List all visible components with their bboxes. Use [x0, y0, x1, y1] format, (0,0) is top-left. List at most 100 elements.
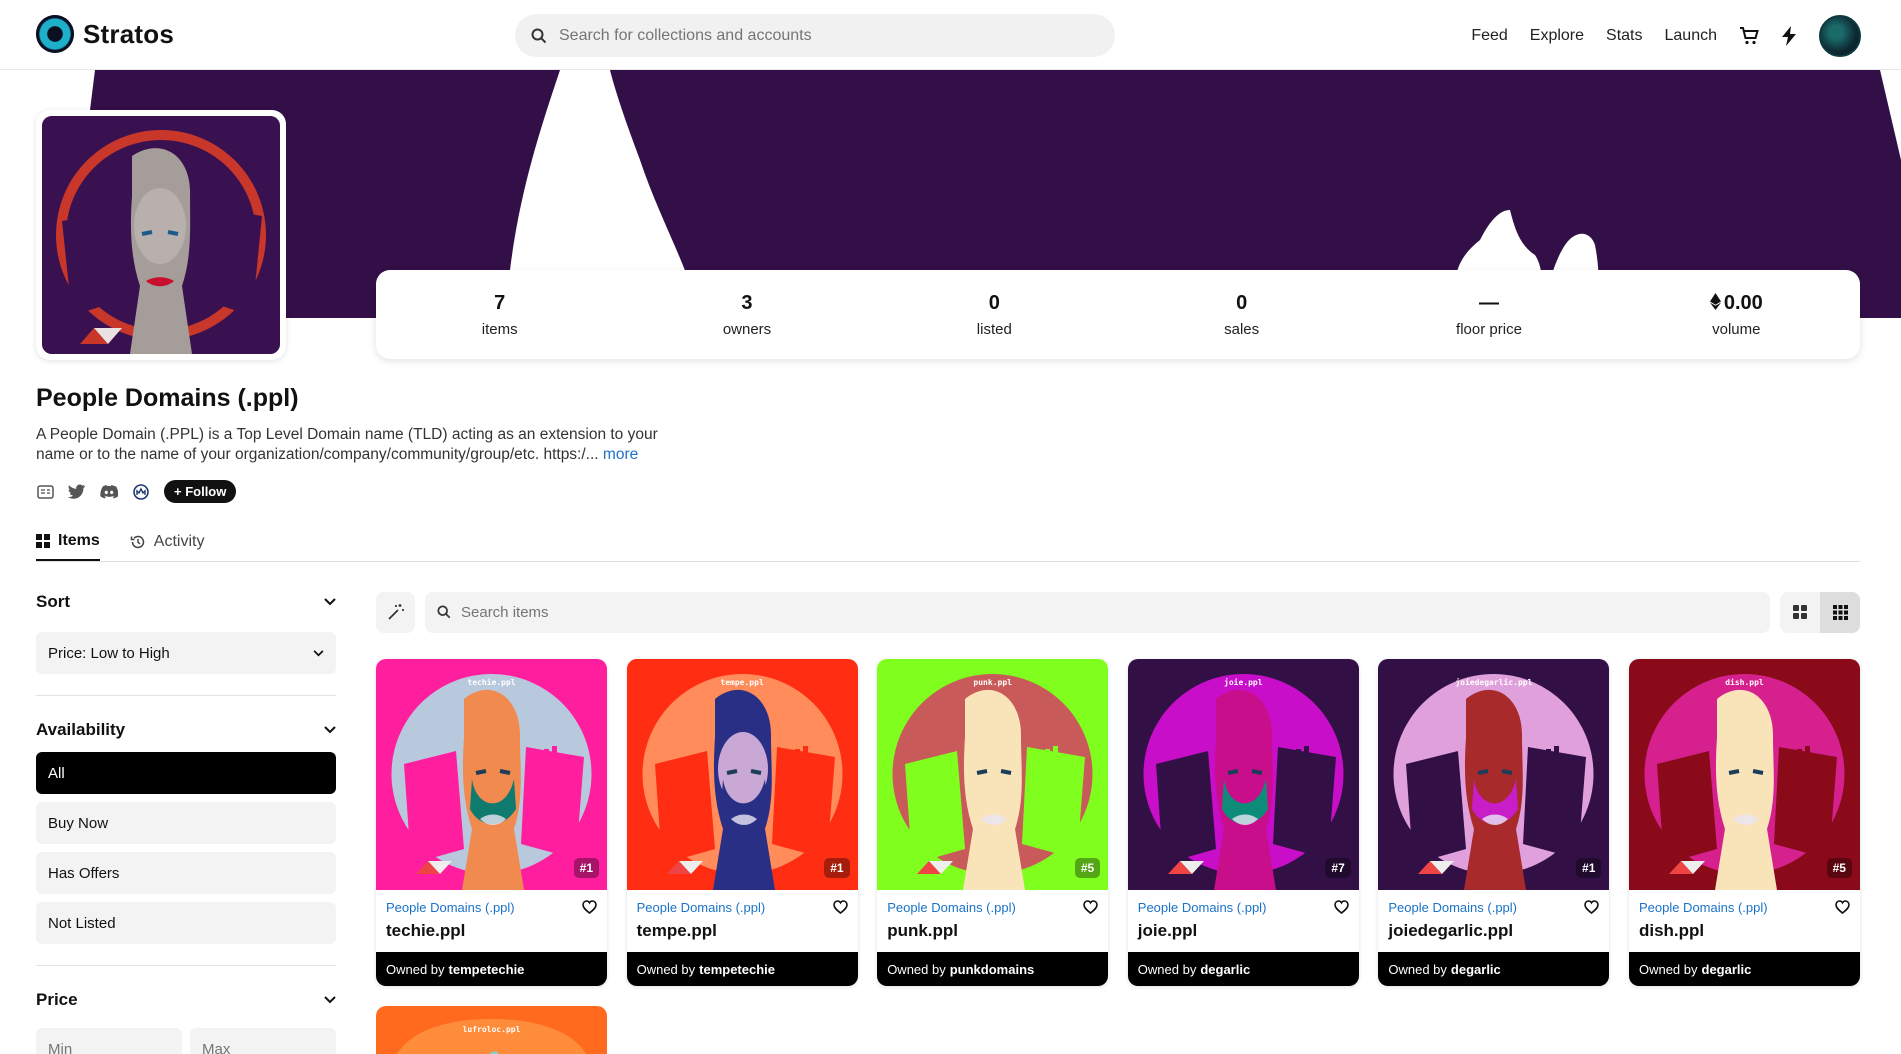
heart-icon[interactable] [582, 900, 597, 914]
availability-has-offers[interactable]: Has Offers [36, 852, 336, 894]
owner-bar[interactable]: Owned by degarlic [1378, 952, 1610, 986]
tab-activity-label: Activity [153, 532, 205, 550]
nft-name[interactable]: tempe.ppl [637, 921, 848, 941]
small-grid-button[interactable] [1820, 591, 1860, 633]
availability-buy-now[interactable]: Buy Now [36, 802, 336, 844]
nav-launch[interactable]: Launch [1665, 27, 1718, 45]
sweep-button[interactable] [376, 591, 415, 633]
nft-collection-link[interactable]: People Domains (.ppl) [1639, 900, 1850, 915]
large-grid-button[interactable] [1780, 592, 1820, 633]
stat-volume: 0.00 volume [1613, 292, 1860, 338]
heart-icon[interactable] [1083, 900, 1098, 914]
nft-card-body: People Domains (.ppl) joie.ppl [1128, 890, 1359, 952]
heart-icon[interactable] [1333, 900, 1349, 914]
marketplace-icon[interactable] [132, 483, 150, 501]
nft-card[interactable]: tempe.ppl #1 People Domains (.ppl) tempe… [626, 659, 858, 986]
owner-name: punkdomains [949, 961, 1035, 977]
nav-explore[interactable]: Explore [1530, 27, 1584, 45]
owner-bar[interactable]: Owned by tempetechie [626, 952, 858, 986]
nft-image[interactable]: tempe.ppl #1 [626, 659, 858, 890]
nft-card[interactable]: techie.ppl #1 People Domains (.ppl) tech… [376, 659, 607, 986]
more-link[interactable]: more [603, 446, 638, 463]
nft-card[interactable]: lufroloc.ppl [376, 1006, 607, 1054]
items-search-bar[interactable] [425, 591, 1770, 633]
availability-all[interactable]: All [36, 752, 336, 794]
stat-volume-value: 0.00 [1723, 291, 1763, 314]
lightning-icon[interactable] [1781, 25, 1797, 46]
items-search-input[interactable] [461, 603, 1061, 621]
brand-logo[interactable]: Stratos [36, 15, 174, 53]
cart-icon[interactable] [1739, 26, 1759, 46]
owner-name: tempetechie [699, 961, 776, 977]
discord-icon[interactable] [100, 483, 118, 501]
nft-collection-link[interactable]: People Domains (.ppl) [386, 900, 597, 915]
tab-items-label: Items [58, 531, 100, 549]
availability-options: All Buy Now Has Offers Not Listed [36, 752, 336, 944]
nft-image[interactable]: punk.ppl #5 [877, 659, 1109, 890]
nft-image[interactable]: techie.ppl #1 [376, 659, 607, 890]
grid-icon [36, 533, 50, 548]
nft-image[interactable]: joie.ppl #7 [1127, 659, 1359, 890]
nft-image-label: joiedegarlic.ppl [1455, 678, 1533, 687]
owned-by-prefix: Owned by [1137, 961, 1197, 977]
availability-section-header[interactable]: Availability [36, 716, 336, 744]
heart-icon[interactable] [832, 900, 848, 914]
logo-icon [36, 15, 74, 53]
nft-name[interactable]: joiedegarlic.ppl [1388, 921, 1599, 941]
tab-items[interactable]: Items [36, 530, 100, 561]
nft-image[interactable]: joiedegarlic.ppl #1 [1378, 659, 1610, 890]
price-min-input[interactable] [36, 1028, 182, 1054]
owner-name: degarlic [1450, 961, 1501, 977]
owner-bar[interactable]: Owned by punkdomains [877, 952, 1109, 986]
follow-button[interactable]: + Follow [164, 480, 237, 503]
nft-artwork [1378, 659, 1610, 890]
nft-collection-link[interactable]: People Domains (.ppl) [1138, 900, 1349, 915]
sort-select[interactable]: Price: Low to High [36, 632, 336, 674]
nav-stats[interactable]: Stats [1606, 27, 1642, 45]
search-icon [437, 605, 451, 619]
nft-collection-link[interactable]: People Domains (.ppl) [637, 900, 848, 915]
price-section-header[interactable]: Price [36, 986, 336, 1014]
nft-name[interactable]: joie.ppl [1138, 921, 1349, 941]
twitter-icon[interactable] [68, 483, 86, 501]
nav-feed[interactable]: Feed [1471, 27, 1507, 45]
nft-card-body: People Domains (.ppl) tempe.ppl [627, 890, 858, 952]
availability-not-listed[interactable]: Not Listed [36, 902, 336, 944]
sort-select-value: Price: Low to High [48, 644, 170, 662]
rank-badge: #5 [1826, 858, 1852, 878]
large-grid-icon [1793, 605, 1807, 619]
filter-sidebar: Sort Price: Low to High Availability All… [36, 588, 336, 1054]
nft-card[interactable]: punk.ppl #5 People Domains (.ppl) punk.p… [877, 659, 1109, 986]
heart-icon[interactable] [1584, 900, 1600, 914]
nft-card-body: People Domains (.ppl) techie.ppl [376, 890, 607, 952]
price-max-input[interactable] [190, 1028, 336, 1054]
items-toolbar [376, 591, 1860, 633]
chevron-down-icon [313, 649, 324, 656]
tab-activity[interactable]: Activity [130, 530, 205, 561]
heart-icon[interactable] [1835, 900, 1850, 914]
global-search-bar[interactable] [515, 14, 1115, 57]
owner-bar[interactable]: Owned by degarlic [1127, 952, 1359, 986]
eth-icon [1709, 292, 1721, 310]
nft-collection-link[interactable]: People Domains (.ppl) [887, 900, 1098, 915]
rank-badge: #1 [573, 858, 599, 878]
nft-image-label: punk.ppl [973, 678, 1012, 687]
nft-name[interactable]: techie.ppl [386, 921, 597, 941]
nft-name[interactable]: punk.ppl [887, 921, 1098, 941]
nft-image-label: techie.ppl [467, 678, 516, 687]
owned-by-prefix: Owned by [636, 961, 696, 977]
nft-card[interactable]: joiedegarlic.ppl #1 People Domains (.ppl… [1378, 659, 1610, 986]
availability-title: Availability [36, 720, 126, 739]
owned-by-prefix: Owned by [1388, 961, 1447, 977]
nft-card[interactable]: dish.ppl #5 People Domains (.ppl) dish.p… [1628, 659, 1860, 986]
nft-image[interactable]: dish.ppl #5 [1628, 659, 1860, 890]
website-icon[interactable] [36, 483, 54, 501]
owner-bar[interactable]: Owned by tempetechie [376, 952, 607, 986]
nft-card[interactable]: joie.ppl #7 People Domains (.ppl) joie.p… [1127, 659, 1359, 986]
owner-bar[interactable]: Owned by degarlic [1628, 952, 1860, 986]
nft-collection-link[interactable]: People Domains (.ppl) [1388, 900, 1599, 915]
user-avatar[interactable] [1819, 14, 1861, 57]
sort-section-header[interactable]: Sort [36, 588, 336, 616]
nft-name[interactable]: dish.ppl [1639, 921, 1850, 941]
global-search-input[interactable] [559, 26, 1099, 45]
